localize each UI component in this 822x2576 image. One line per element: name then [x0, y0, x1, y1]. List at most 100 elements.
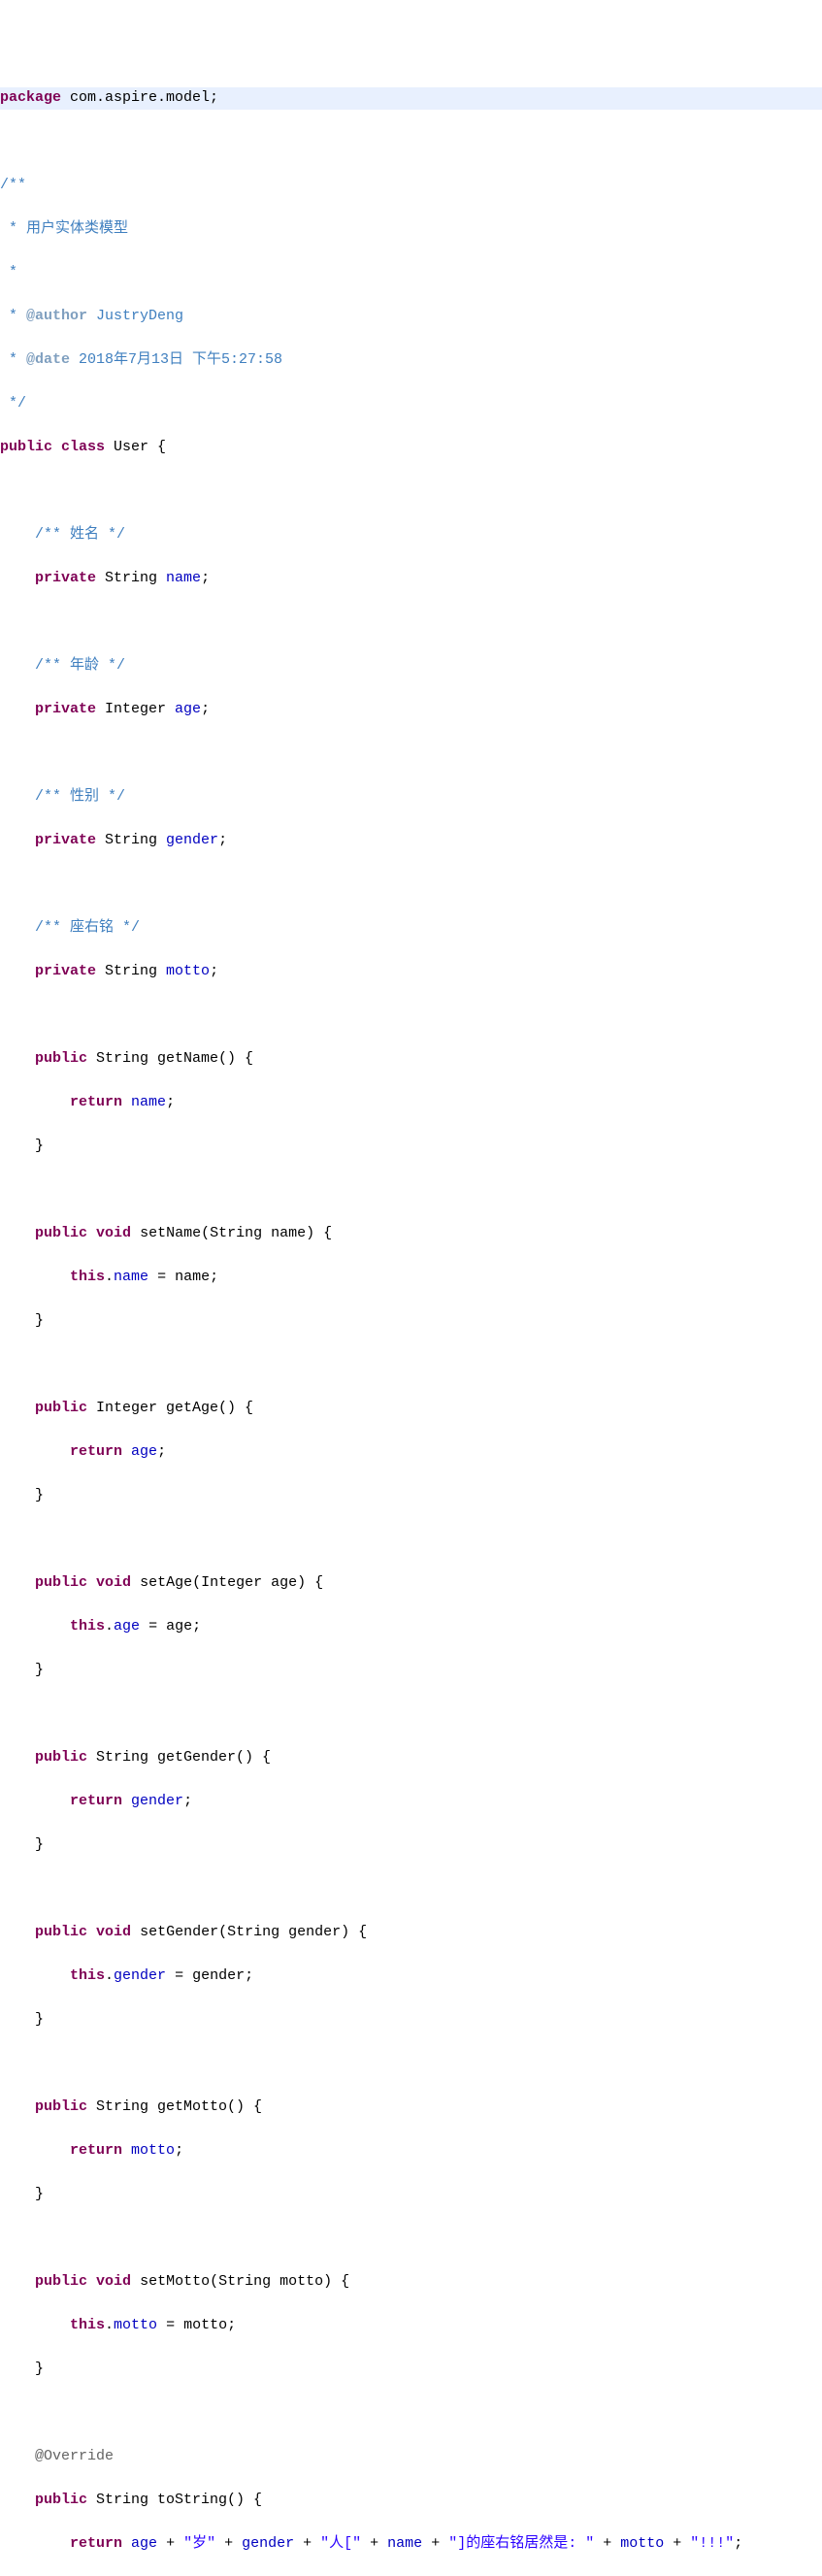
kw-public: public — [35, 1400, 87, 1416]
javadoc-close: */ — [0, 395, 26, 412]
line-class-decl: public class User { — [0, 437, 822, 459]
comment-age: /** 年龄 */ — [0, 657, 125, 674]
kw-public: public — [35, 1050, 87, 1067]
line-setname: public void setName(String name) { — [0, 1223, 822, 1245]
line-setname-body: this.name = name; — [0, 1267, 822, 1289]
javadoc-author-pre: * — [0, 308, 26, 324]
line-getage-ret: return age; — [0, 1441, 822, 1464]
line-close: } — [0, 2184, 822, 2206]
line-field-name: private String name; — [0, 568, 822, 590]
string-ren: "人[" — [320, 2535, 361, 2552]
javadoc-desc: * 用户实体类模型 — [0, 220, 128, 237]
line-blank — [0, 1529, 822, 1551]
kw-public: public — [35, 1225, 87, 1241]
javadoc-author-val: JustryDeng — [87, 308, 183, 324]
line-getmotto-ret: return motto; — [0, 2140, 822, 2163]
line-close: } — [0, 1485, 822, 1507]
line-setmotto: public void setMotto(String motto) { — [0, 2271, 822, 2294]
kw-public: public — [0, 439, 52, 455]
line-javadoc-close: */ — [0, 393, 822, 415]
kw-public: public — [35, 1574, 87, 1591]
line-getgender: public String getGender() { — [0, 1747, 822, 1769]
line-blank — [0, 1703, 822, 1726]
code-block: package com.aspire.model; /** * 用户实体类模型 … — [0, 66, 822, 2576]
line-blank — [0, 1005, 822, 1027]
line-close: } — [0, 1310, 822, 1333]
kw-return: return — [70, 1443, 122, 1460]
line-blank — [0, 480, 822, 503]
line-javadoc-desc: * 用户实体类模型 — [0, 218, 822, 241]
tostring-sig: String toString() { — [87, 2492, 262, 2508]
javadoc-open: /** — [0, 177, 26, 193]
kw-this: this — [70, 2317, 105, 2333]
line-close: } — [0, 1834, 822, 1857]
field-motto: motto — [620, 2535, 664, 2552]
javadoc-date-val: 2018年7月13日 下午5:27:58 — [70, 351, 282, 368]
line-tostring: public String toString() { — [0, 2490, 822, 2512]
type-integer: Integer — [96, 701, 175, 717]
line-blank — [0, 1878, 822, 1900]
line-getmotto: public String getMotto() { — [0, 2097, 822, 2119]
kw-this: this — [70, 1967, 105, 1984]
line-blank — [0, 2402, 822, 2425]
field-name: name — [114, 1269, 148, 1285]
line-getgender-ret: return gender; — [0, 1791, 822, 1813]
line-setgender: public void setGender(String gender) { — [0, 1922, 822, 1944]
kw-public: public — [35, 2273, 87, 2290]
line-getage: public Integer getAge() { — [0, 1398, 822, 1420]
setmotto-sig: setMotto(String motto) { — [131, 2273, 349, 2290]
line-setgender-body: this.gender = gender; — [0, 1965, 822, 1988]
getage-sig: Integer getAge() { — [87, 1400, 253, 1416]
line-javadoc-blank: * — [0, 262, 822, 284]
line-field-age: private Integer age; — [0, 699, 822, 721]
line-close: } — [0, 1660, 822, 1682]
line-close: } — [0, 2359, 822, 2381]
setname-sig: setName(String name) { — [131, 1225, 332, 1241]
string-sui: "岁" — [183, 2535, 215, 2552]
field-age: age — [131, 1443, 157, 1460]
javadoc-blank: * — [0, 264, 17, 281]
line-blank — [0, 611, 822, 634]
kw-return: return — [70, 1094, 122, 1110]
field-name: name — [166, 570, 201, 586]
kw-return: return — [70, 1793, 122, 1809]
kw-package: package — [0, 89, 61, 106]
setage-sig: setAge(Integer age) { — [131, 1574, 323, 1591]
kw-void: void — [96, 2273, 131, 2290]
field-age: age — [131, 2535, 157, 2552]
kw-return: return — [70, 2142, 122, 2159]
kw-private: private — [35, 701, 96, 717]
line-override: @Override — [0, 2446, 822, 2468]
kw-public: public — [35, 2098, 87, 2115]
comment-motto: /** 座右铭 */ — [0, 919, 140, 936]
kw-void: void — [96, 1574, 131, 1591]
line-package: package com.aspire.model; — [0, 87, 822, 110]
field-gender: gender — [131, 1793, 183, 1809]
javadoc-date-pre: * — [0, 351, 26, 368]
getmotto-sig: String getMotto() { — [87, 2098, 262, 2115]
line-setmotto-body: this.motto = motto; — [0, 2315, 822, 2337]
line-comment-name: /** 姓名 */ — [0, 524, 822, 546]
string-motto-label: "]的座右铭居然是: " — [448, 2535, 594, 2552]
kw-return: return — [70, 2535, 122, 2552]
line-getname-ret: return name; — [0, 1092, 822, 1114]
kw-this: this — [70, 1618, 105, 1635]
line-close: } — [0, 2009, 822, 2031]
comment-name: /** 姓名 */ — [0, 526, 125, 543]
getgender-sig: String getGender() { — [87, 1749, 271, 1766]
javadoc-date-tag: @date — [26, 351, 70, 368]
line-blank — [0, 2053, 822, 2075]
line-tostring-ret: return age + "岁" + gender + "人[" + name … — [0, 2533, 822, 2556]
kw-public: public — [35, 1924, 87, 1940]
line-javadoc-author: * @author JustryDeng — [0, 306, 822, 328]
field-name: name — [131, 1094, 166, 1110]
type-string: String — [96, 832, 166, 848]
package-name: com.aspire.model; — [61, 89, 218, 106]
class-name: User { — [105, 439, 166, 455]
field-age: age — [114, 1618, 140, 1635]
line-javadoc-date: * @date 2018年7月13日 下午5:27:58 — [0, 349, 822, 372]
line-setage: public void setAge(Integer age) { — [0, 1572, 822, 1595]
line-blank — [0, 743, 822, 765]
kw-private: private — [35, 570, 96, 586]
line-blank — [0, 1354, 822, 1376]
